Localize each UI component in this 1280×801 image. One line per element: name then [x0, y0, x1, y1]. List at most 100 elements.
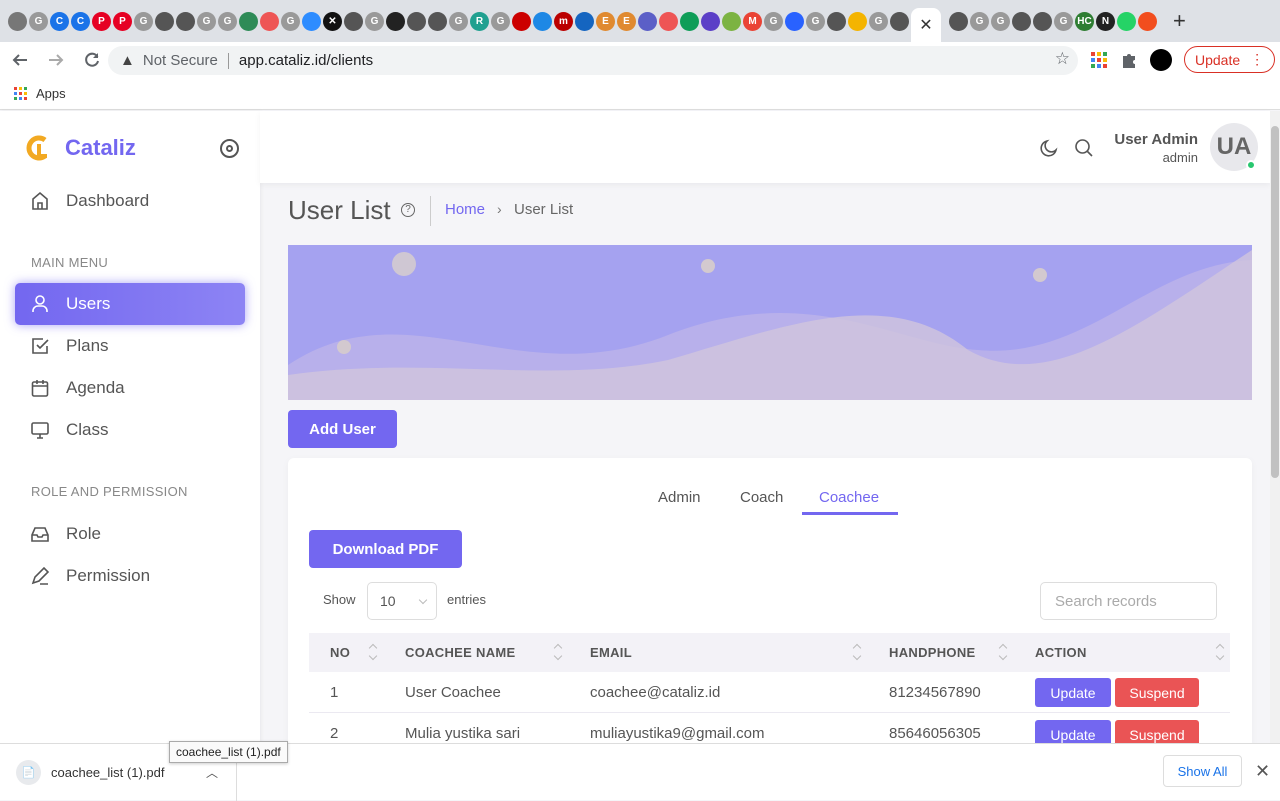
search-icon[interactable]	[1074, 138, 1094, 158]
tab-favicon-icon[interactable]: m	[554, 11, 573, 31]
sidebar-item-permission[interactable]: Permission	[15, 555, 245, 597]
tab-favicon-icon[interactable]	[1138, 11, 1157, 31]
tab-favicon-icon[interactable]	[785, 11, 804, 31]
address-bar[interactable]: ▲ Not Secure app.cataliz.id/clients ☆	[108, 46, 1078, 75]
tab-favicon-icon[interactable]	[344, 11, 363, 31]
tab-favicon-icon[interactable]	[512, 11, 531, 31]
tab-favicon-icon[interactable]: G	[449, 11, 468, 31]
sidebar-item-agenda[interactable]: Agenda	[15, 367, 245, 409]
tab-favicon-icon[interactable]: G	[281, 11, 300, 31]
tab-favicon-icon[interactable]: N	[1096, 11, 1115, 31]
scrollbar-thumb[interactable]	[1271, 126, 1279, 478]
sidebar-toggle-icon[interactable]	[220, 139, 239, 158]
tab-favicon-icon[interactable]: G	[869, 11, 888, 31]
tab-favicon-icon[interactable]: G	[1054, 11, 1073, 31]
tab-coach[interactable]: Coach	[740, 489, 783, 506]
sort-icon[interactable]	[853, 643, 861, 661]
tab-favicon-icon[interactable]: G	[491, 11, 510, 31]
user-name[interactable]: User Admin	[1114, 131, 1198, 148]
tab-favicon-icon[interactable]	[575, 11, 594, 31]
show-all-button[interactable]: Show All	[1163, 755, 1242, 787]
tab-favicon-icon[interactable]	[848, 11, 867, 31]
tab-favicon-icon[interactable]: P	[113, 11, 132, 31]
tab-favicon-icon[interactable]	[239, 11, 258, 31]
sort-icon[interactable]	[554, 643, 562, 661]
tab-favicon-icon[interactable]	[428, 11, 447, 31]
tab-favicon-icon[interactable]	[659, 11, 678, 31]
sidebar-item-users[interactable]: Users	[15, 283, 245, 325]
column-header-handphone[interactable]: HANDPHONE	[889, 645, 975, 660]
brand-logo[interactable]: Cataliz	[25, 135, 136, 161]
tab-coachee[interactable]: Coachee	[819, 489, 879, 506]
tab-favicon-icon[interactable]: G	[197, 11, 216, 31]
profile-avatar[interactable]	[1150, 48, 1172, 71]
tab-favicon-icon[interactable]: G	[806, 11, 825, 31]
tab-favicon-icon[interactable]	[533, 11, 552, 31]
tab-favicon-icon[interactable]	[155, 11, 174, 31]
tab-favicon-icon[interactable]	[722, 11, 741, 31]
tab-favicon-icon[interactable]: G	[218, 11, 237, 31]
star-icon[interactable]: ☆	[1055, 49, 1070, 69]
browser-update-button[interactable]: Update ⋮	[1184, 46, 1276, 73]
tab-favicon-icon[interactable]: G	[365, 11, 384, 31]
close-tab-icon[interactable]: ✕	[919, 15, 932, 35]
tab-favicon-icon[interactable]	[949, 11, 968, 31]
url-text[interactable]: app.cataliz.id/clients	[239, 52, 373, 69]
tab-favicon-icon[interactable]: R	[470, 11, 489, 31]
add-user-button[interactable]: Add User	[288, 410, 397, 448]
apps-grid-icon[interactable]	[14, 86, 28, 101]
column-header-name[interactable]: COACHEE NAME	[405, 645, 516, 660]
tab-favicon-icon[interactable]	[890, 11, 909, 31]
tab-favicon-icon[interactable]: E	[617, 11, 636, 31]
sidebar-item-class[interactable]: Class	[15, 409, 245, 451]
download-file-name[interactable]: coachee_list (1).pdf	[51, 765, 164, 780]
tab-favicon-icon[interactable]: E	[596, 11, 615, 31]
tab-admin[interactable]: Admin	[658, 489, 701, 506]
apps-grid-icon[interactable]	[1090, 51, 1108, 69]
tab-favicon-icon[interactable]	[701, 11, 720, 31]
tab-favicon-icon[interactable]: G	[134, 11, 153, 31]
update-button[interactable]: Update	[1035, 720, 1111, 743]
breadcrumb-home[interactable]: Home	[445, 201, 485, 218]
suspend-button[interactable]: Suspend	[1115, 678, 1199, 707]
chevron-up-icon[interactable]: ︿	[206, 764, 218, 781]
tab-favicon-icon[interactable]: G	[764, 11, 783, 31]
tab-favicon-icon[interactable]	[302, 11, 321, 31]
back-button[interactable]	[4, 44, 36, 76]
tab-favicon-icon[interactable]: G	[29, 11, 48, 31]
tab-favicon-icon[interactable]	[827, 11, 846, 31]
tab-favicon-icon[interactable]	[386, 11, 405, 31]
tab-favicon-icon[interactable]	[680, 11, 699, 31]
search-input[interactable]	[1040, 582, 1217, 620]
sidebar-item-dashboard[interactable]: Dashboard	[15, 180, 245, 222]
forward-button[interactable]	[40, 44, 72, 76]
tab-favicon-icon[interactable]: M	[743, 11, 762, 31]
puzzle-icon[interactable]	[1120, 51, 1138, 69]
tab-favicon-icon[interactable]: C	[71, 11, 90, 31]
entries-select[interactable]: 10	[367, 582, 437, 620]
reload-button[interactable]	[76, 44, 108, 76]
column-header-email[interactable]: EMAIL	[590, 645, 632, 660]
tab-favicon-icon[interactable]: G	[970, 11, 989, 31]
tab-favicon-icon[interactable]	[1117, 11, 1136, 31]
active-tab[interactable]: ✕	[911, 8, 941, 42]
tab-favicon-icon[interactable]	[260, 11, 279, 31]
download-pdf-button[interactable]: Download PDF	[309, 530, 462, 568]
sort-icon[interactable]	[369, 643, 377, 661]
close-icon[interactable]: ✕	[1255, 761, 1270, 782]
new-tab-button[interactable]: +	[1173, 8, 1186, 34]
sidebar-item-role[interactable]: Role	[15, 513, 245, 555]
tab-favicon-icon[interactable]: HC	[1075, 11, 1094, 31]
tab-favicon-icon[interactable]: P	[92, 11, 111, 31]
update-button[interactable]: Update	[1035, 678, 1111, 707]
help-circle-icon[interactable]: ?	[401, 203, 415, 217]
sidebar-item-plans[interactable]: Plans	[15, 325, 245, 367]
tab-favicon-icon[interactable]: ✕	[323, 11, 342, 31]
tab-favicon-icon[interactable]	[407, 11, 426, 31]
moon-icon[interactable]	[1039, 138, 1059, 158]
apps-bookmark[interactable]: Apps	[36, 86, 66, 101]
column-header-no[interactable]: NO	[330, 645, 350, 660]
tab-favicon-icon[interactable]	[1033, 11, 1052, 31]
tab-favicon-icon[interactable]: C	[50, 11, 69, 31]
sort-icon[interactable]	[1216, 643, 1224, 661]
